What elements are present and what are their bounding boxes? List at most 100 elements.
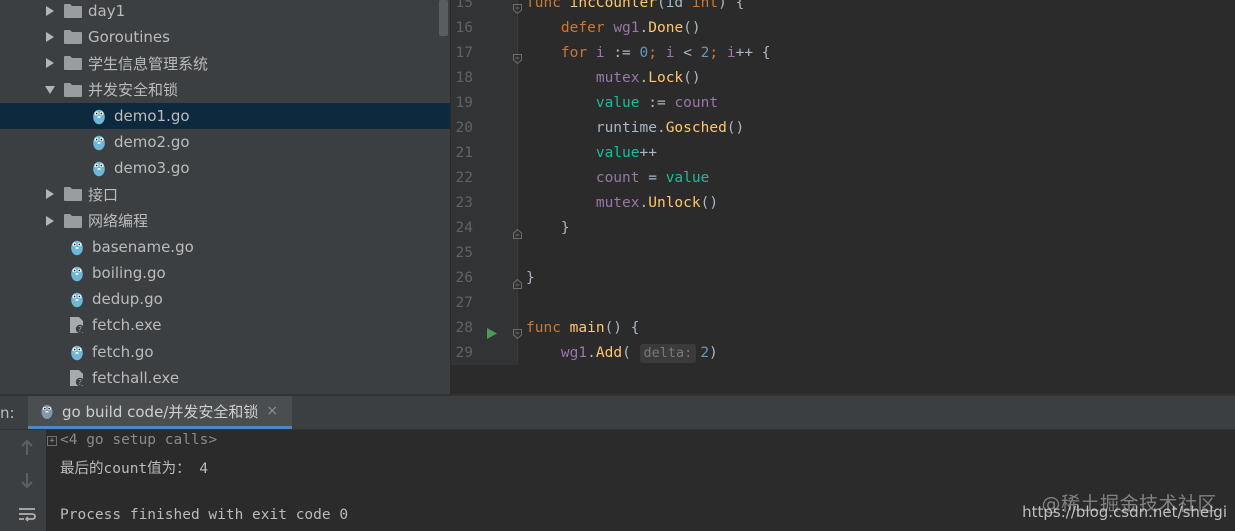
fold-open-icon[interactable] (513, 48, 522, 65)
tree-item[interactable]: basename.go (0, 234, 450, 260)
code-token: } (526, 270, 535, 286)
triangle-right-icon[interactable] (44, 57, 56, 69)
tree-item[interactable]: demo2.go (0, 129, 450, 155)
code-line[interactable]: 26} (451, 266, 1235, 291)
code-text: runtime.Gosched() (526, 116, 744, 141)
code-text: defer wg1.Done() (526, 16, 701, 41)
tree-item[interactable]: Goroutines (0, 24, 450, 50)
line-number: 16 (455, 20, 473, 36)
tree-item[interactable]: 网络编程 (0, 208, 450, 234)
triangle-right-icon[interactable] (44, 5, 56, 17)
tree-item[interactable]: demo1.go (0, 102, 450, 129)
line-number: 27 (455, 295, 473, 311)
fold-close-icon[interactable] (513, 223, 522, 239)
tree-item[interactable]: ? fetchall.exe (0, 365, 450, 391)
code-text: wg1.Add( delta: 2) (526, 341, 718, 365)
arrow-up-icon[interactable] (16, 438, 38, 458)
code-line[interactable]: 25 (451, 241, 1235, 266)
code-line[interactable]: 17 for i := 0; i < 2; i++ { (451, 41, 1235, 66)
code-line[interactable]: 24 } (451, 216, 1235, 241)
code-token: () (683, 70, 701, 86)
triangle-right-icon[interactable] (44, 31, 56, 43)
code-token: wg1 (560, 345, 588, 361)
tree-item[interactable]: ? fetch.exe (0, 312, 450, 338)
tree-item[interactable]: day1 (0, 0, 450, 24)
tree-item[interactable]: demo3.go (0, 155, 450, 181)
code-token: defer (560, 20, 614, 36)
code-text: value++ (526, 141, 657, 166)
triangle-right-icon[interactable] (44, 188, 56, 200)
triangle-right-icon[interactable] (44, 215, 56, 227)
line-number: 15 (455, 0, 473, 11)
tree-item-label: 接口 (88, 185, 119, 204)
project-tree: day1 Goroutines 学生信息管理系统 并发安全和锁 demo1.go demo… (0, 0, 450, 395)
code-token: incCounter (569, 0, 657, 11)
svg-text:?: ? (78, 378, 82, 387)
code-line[interactable]: 27 (451, 291, 1235, 316)
code-line[interactable]: 15 func incCounter(id int) { (451, 0, 1235, 16)
code-text: func main() { (526, 316, 640, 341)
fold-expand-icon[interactable]: + (47, 436, 57, 446)
line-number: 24 (455, 220, 473, 236)
code-line[interactable]: 21 value++ (451, 141, 1235, 166)
project-tree-scrollbar[interactable] (439, 0, 448, 36)
code-token: for (560, 45, 596, 61)
code-token: func (526, 320, 570, 336)
code-line[interactable]: 29 wg1.Add( delta: 2) (451, 341, 1235, 365)
tree-item[interactable]: fetch.go (0, 339, 450, 365)
code-token: 2 (700, 345, 710, 361)
code-line[interactable]: 28 func main() { (451, 316, 1235, 341)
code-token: Done (648, 20, 684, 36)
go-file-icon (68, 343, 86, 361)
tree-item[interactable]: dedup.go (0, 286, 450, 312)
code-line[interactable]: 19 value := count (451, 91, 1235, 116)
tree-item-label: basename.go (92, 237, 194, 256)
code-line[interactable]: 22 count = value (451, 166, 1235, 191)
code-line[interactable]: 16 defer wg1.Done() (451, 16, 1235, 41)
tree-item-label: 网络编程 (88, 212, 149, 231)
fold-open-icon[interactable] (513, 0, 522, 15)
run-gutter-icon[interactable] (487, 323, 497, 339)
line-number: 29 (455, 345, 473, 361)
run-tab[interactable]: go build code/并发安全和锁 × (28, 396, 292, 429)
code-text: func incCounter(id int) { (526, 0, 744, 16)
close-icon[interactable]: × (266, 403, 278, 419)
code-token: count (674, 95, 719, 111)
code-token: () (726, 120, 745, 136)
code-line[interactable]: 18 mutex.Lock() (451, 66, 1235, 91)
soft-wrap-icon[interactable] (16, 504, 38, 524)
tree-item-label: Goroutines (88, 28, 170, 47)
line-number: 25 (455, 245, 473, 261)
code-token: := (648, 95, 675, 111)
exe-file-icon: ? (68, 369, 86, 387)
tree-item[interactable]: 学生信息管理系统 (0, 50, 450, 76)
tree-item-label: day1 (88, 2, 126, 20)
code-token: int (691, 0, 719, 11)
fold-close-icon[interactable] (513, 273, 522, 289)
code-editor[interactable]: 15 func incCounter(id int) {16 defer wg1.… (451, 0, 1235, 365)
code-line[interactable]: 23 mutex.Unlock() (451, 191, 1235, 216)
code-text: value := count (526, 91, 718, 116)
triangle-down-icon[interactable] (44, 84, 56, 96)
code-token: Unlock (648, 195, 701, 211)
console-line-setup-calls[interactable]: <4 go setup calls> (60, 432, 217, 448)
code-token: main (569, 320, 605, 336)
tree-item-label: fetchall.exe (92, 368, 180, 387)
tree-item[interactable]: 并发安全和锁 (0, 77, 450, 103)
line-number: 20 (455, 120, 473, 136)
exe-file-icon: ? (68, 316, 86, 334)
folder-icon (64, 185, 82, 203)
arrow-down-icon[interactable] (16, 470, 38, 490)
tree-item[interactable]: 接口 (0, 181, 450, 207)
code-token: () { (604, 320, 640, 336)
fold-open-icon[interactable] (513, 323, 522, 340)
code-token: func (526, 0, 570, 11)
code-line[interactable]: 20 runtime.Gosched() (451, 116, 1235, 141)
tree-item[interactable]: boiling.go (0, 260, 450, 286)
